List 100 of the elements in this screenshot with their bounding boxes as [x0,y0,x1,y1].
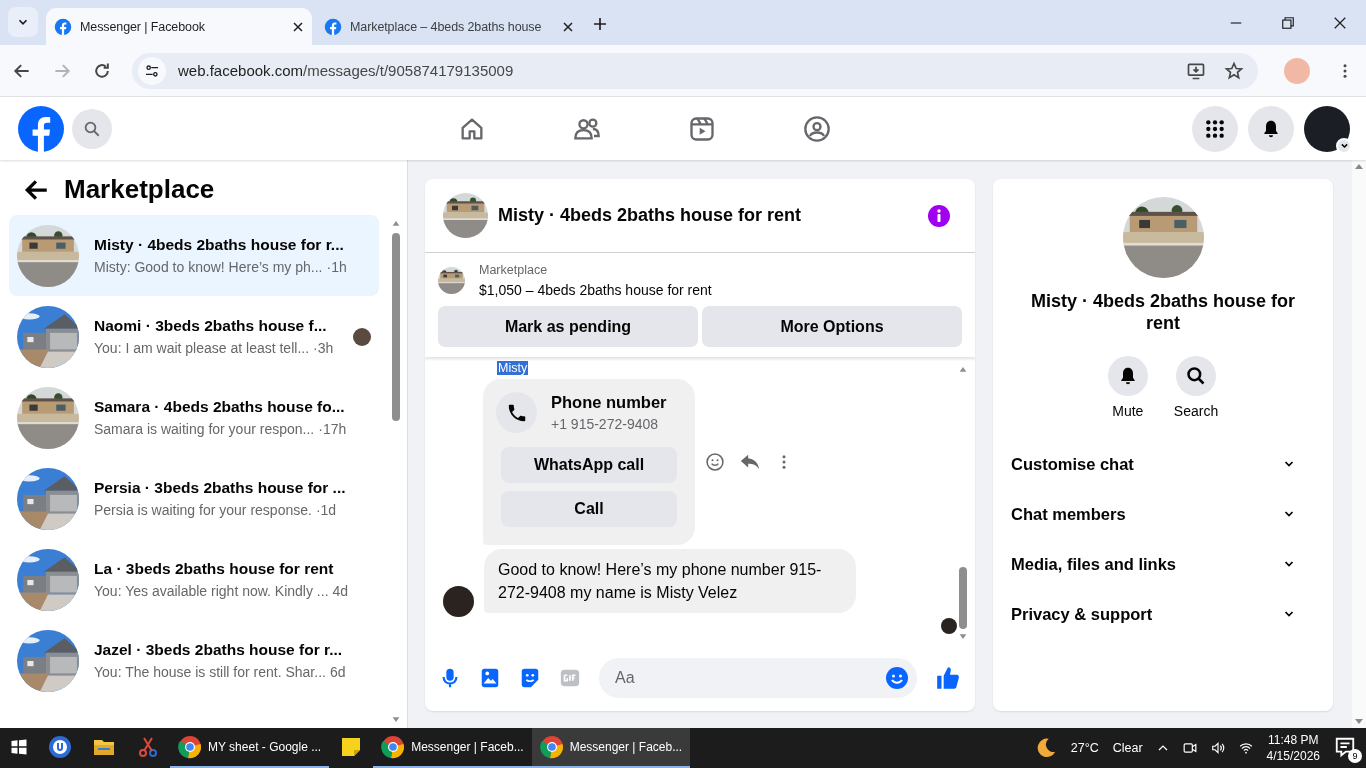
clock[interactable]: 11:48 PM 4/15/2026 [1266,732,1320,764]
notifications-button[interactable] [1248,105,1294,152]
emoji-icon[interactable] [705,452,725,472]
message-input[interactable]: Aa [613,668,885,688]
timestamp: ·17h [318,421,347,437]
conversation-item[interactable]: Jazel · 3beds 2baths house for r... You: The house is still for rent. Shar... 6d [9,620,379,701]
timestamp: ·1h [326,259,347,275]
close-icon[interactable] [562,20,574,33]
star-icon[interactable] [1224,60,1244,81]
weather-condition: Clear [1112,741,1143,755]
bell-icon [1261,118,1281,139]
listing-button[interactable]: More Options [702,306,962,347]
conversation-name: Samara · 4beds 2baths house fo... [94,398,346,416]
notification-count: 9 [1348,749,1362,763]
weather-temperature: 27°C [1070,741,1099,755]
image-icon[interactable] [479,667,501,689]
conversation-item[interactable]: La · 3beds 2baths house for rent You: Yes available right now. Kindly ... 4d [9,539,379,620]
search-icon [1186,366,1206,386]
browser-tab[interactable]: Messenger | Facebook [46,8,312,45]
close-icon[interactable] [292,20,304,33]
scroll-up-icon[interactable] [390,219,402,227]
conversation-name: Misty · 4beds 2baths house for r... [94,236,345,254]
scroll-up-icon[interactable] [957,365,969,373]
read-receipt-avatar [941,618,957,634]
browser-tab[interactable]: Marketplace – 4beds 2baths house [316,8,582,45]
restore-icon[interactable] [1281,15,1295,30]
search-icon [83,119,101,138]
phone-title: Phone number [551,393,667,412]
taskbar-app[interactable]: Messenger | Faceb... [373,728,532,768]
chrome-icon [178,735,202,759]
section-toggle[interactable]: Privacy & support [1011,589,1315,639]
groups-icon[interactable] [803,114,831,143]
listing-label: Marketplace [479,263,549,277]
camera-icon[interactable] [1182,741,1197,755]
message-preview: Misty: Good to know! Here’s my ph... [94,259,323,275]
conversation-item[interactable]: Misty · 4beds 2baths house for r... Misty: Good to know! Here’s my ph... ·1h [9,215,379,296]
conversation-name: Persia · 3beds 2baths house for ... [94,479,347,497]
info-icon[interactable] [927,203,951,228]
scrollbar-thumb[interactable] [959,567,967,629]
wifi-icon[interactable] [1238,741,1253,755]
contact-name: Misty · 4beds 2baths house for rent [1029,290,1297,334]
sender-name: Misty [497,361,529,375]
date-text: 4/15/2026 [1266,748,1320,764]
search-button[interactable] [72,108,112,149]
grid-icon [1205,118,1225,139]
sender-avatar [443,586,474,617]
windows-icon [10,738,28,756]
message-preview: Persia is waiting for your response. [94,502,312,518]
taskbar-app[interactable]: Messenger | Faceb... [531,728,691,768]
conversation-name: La · 3beds 2baths house for rent [94,560,335,578]
site-settings-icon[interactable] [144,62,160,79]
call-button[interactable]: WhatsApp call [501,447,677,483]
thumbs-up-icon[interactable] [935,665,961,691]
emoji-icon[interactable] [885,666,909,690]
scroll-down-icon[interactable] [957,633,969,641]
video-icon[interactable] [688,114,716,143]
caret-icon [1339,141,1349,150]
conversation-name: Naomi · 3beds 2baths house f... [94,317,328,335]
scroll-up-icon[interactable] [1355,164,1363,169]
call-button[interactable]: Call [501,491,677,527]
listing-button[interactable]: Mark as pending [438,306,698,347]
facebook-icon [54,17,72,36]
conversation-item[interactable]: Samara · 4beds 2baths house fo... Samara is waiting for your respon... ·17h [9,377,379,458]
speaker-icon[interactable] [1210,741,1225,755]
phone-number: +1 915-272-9408 [551,416,660,432]
chrome-icon [539,735,564,759]
section-toggle[interactable]: Chat members [1011,489,1315,539]
scroll-down-icon[interactable] [390,716,402,724]
plus-icon [592,16,608,32]
scissors-icon [136,735,160,759]
time-text: 11:48 PM [1268,732,1319,748]
shield-icon [48,735,72,759]
facebook-icon [324,17,342,36]
timestamp: ·3h [313,340,334,356]
account-avatar[interactable] [1304,105,1350,152]
scroll-down-icon[interactable] [1355,719,1363,724]
chrome-icon [381,735,406,759]
message-preview: Samara is waiting for your respon... [94,421,315,437]
chat-title: Misty · 4beds 2baths house for rent [498,205,803,226]
section-toggle[interactable]: Customise chat [1011,439,1315,489]
message-preview: You: I am wait please at least tell... [94,340,310,356]
conversation-item[interactable]: Naomi · 3beds 2baths house f... You: I am wait please at least tell... ·3h [9,296,379,377]
timestamp: ·1d [315,502,337,518]
scrollbar-thumb[interactable] [392,233,400,421]
facebook-logo[interactable] [18,105,64,152]
message-preview: You: Yes available right now. Kindly ... [94,583,329,599]
listing-title[interactable]: $1,050 – 4beds 2baths house for rent [479,282,712,298]
message-field[interactable]: Aa [599,658,917,698]
menu-button[interactable] [1192,105,1238,152]
conversation-item[interactable]: Persia · 3beds 2baths house for ... Persia is waiting for your response. ·1d [9,458,379,539]
section-toggle[interactable]: Media, files and links [1011,539,1315,589]
conversation-name: Jazel · 3beds 2baths house for r... [94,641,344,659]
sidebar-title: Marketplace [64,174,215,205]
sticker-icon[interactable] [519,667,541,689]
timestamp: 4d [332,583,349,599]
taskbar-app[interactable]: MY sheet - Google ... [170,728,330,768]
address-bar[interactable]: web.facebook.com/messages/t/905874179135009 [132,52,1258,89]
message-bubble: Good to know! Here’s my phone number 915-272-9408 my name is Misty Velez [484,549,856,613]
notification-icon[interactable] [1334,736,1356,758]
close-icon[interactable] [1333,15,1347,30]
